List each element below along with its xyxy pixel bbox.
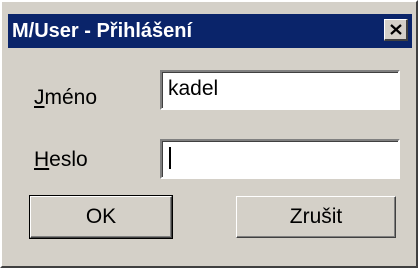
close-button[interactable]: [384, 19, 408, 41]
title-bar[interactable]: M/User - Přihlášení: [8, 14, 412, 48]
text-caret: [169, 147, 171, 170]
username-label-accelerator: J: [34, 86, 45, 109]
close-icon: [390, 24, 402, 35]
username-label: Jméno: [34, 86, 97, 110]
password-label: Heslo: [34, 148, 88, 172]
ok-button[interactable]: OK: [29, 195, 173, 239]
username-label-text: méno: [44, 86, 98, 109]
cancel-button[interactable]: Zrušit: [236, 196, 396, 238]
username-value: kadel: [168, 77, 219, 100]
username-input[interactable]: kadel: [160, 70, 400, 110]
window-title: M/User - Přihlášení: [12, 20, 193, 42]
password-label-accelerator: H: [34, 148, 50, 171]
login-dialog: M/User - Přihlášení Jméno kadel Heslo OK…: [0, 0, 418, 268]
password-label-text: eslo: [49, 148, 88, 171]
password-input[interactable]: [160, 139, 400, 179]
